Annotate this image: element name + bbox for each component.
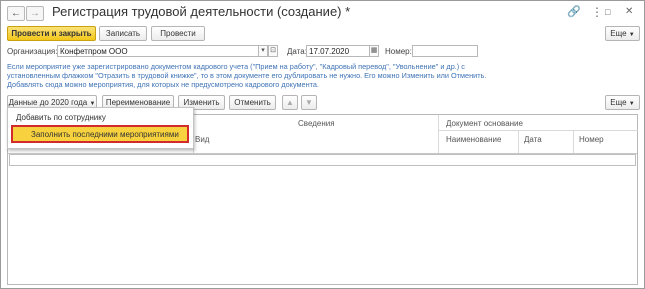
column-header-basis[interactable]: Документ основание bbox=[446, 119, 523, 128]
chevron-down-icon: ▼ bbox=[628, 101, 635, 107]
number-field[interactable] bbox=[412, 45, 478, 57]
arrow-up-icon: ▲ bbox=[286, 98, 294, 107]
move-up-button[interactable]: ▲ bbox=[282, 95, 298, 110]
menu-item-add-by-employee[interactable]: Добавить по сотруднику bbox=[16, 113, 106, 122]
column-header-number[interactable]: Номер bbox=[579, 135, 604, 144]
date-label: Дата: bbox=[287, 47, 307, 56]
title-bar: ← → Регистрация трудовой деятельности (с… bbox=[1, 1, 644, 23]
post-button[interactable]: Провести bbox=[151, 26, 205, 41]
open-icon: ⊡ bbox=[270, 47, 276, 54]
chevron-down-icon: ▾ bbox=[261, 47, 265, 54]
data-before-2020-menu: Добавить по сотруднику Заполнить последн… bbox=[7, 107, 194, 149]
more-button[interactable]: Еще ▼ bbox=[605, 26, 640, 41]
column-divider bbox=[518, 131, 519, 153]
header-divider bbox=[438, 130, 638, 131]
organization-open-button[interactable]: ⊡ bbox=[268, 45, 278, 57]
column-header-name[interactable]: Наименование bbox=[446, 135, 501, 144]
table-row[interactable] bbox=[9, 154, 636, 166]
back-button[interactable]: ← bbox=[7, 6, 25, 21]
window: ← → Регистрация трудовой деятельности (с… bbox=[0, 0, 645, 289]
cancel-button[interactable]: Отменить bbox=[229, 95, 276, 110]
column-divider bbox=[573, 131, 574, 153]
post-and-close-button[interactable]: Провести и закрыть bbox=[7, 26, 96, 41]
data-before-2020-label: Данные до 2020 года bbox=[8, 98, 88, 107]
forward-button[interactable]: → bbox=[26, 6, 44, 21]
close-icon[interactable]: ✕ bbox=[625, 5, 633, 19]
save-button[interactable]: Записать bbox=[99, 26, 147, 41]
restore-icon[interactable]: □ bbox=[605, 5, 610, 19]
more-icon[interactable]: ⋮ bbox=[591, 5, 603, 19]
column-header-date[interactable]: Дата bbox=[524, 135, 542, 144]
arrow-right-icon: → bbox=[30, 8, 40, 19]
column-header-type[interactable]: Вид bbox=[195, 135, 209, 144]
link-icon[interactable]: 🔗 bbox=[567, 5, 581, 19]
organization-dropdown-button[interactable]: ▾ bbox=[258, 45, 268, 57]
chevron-down-icon: ▼ bbox=[628, 32, 635, 38]
info-text: Если мероприятие уже зарегистрировано до… bbox=[7, 62, 487, 89]
organization-label: Организация: bbox=[7, 47, 58, 56]
column-header-info[interactable]: Сведения bbox=[298, 119, 335, 128]
menu-item-label: Заполнить последними мероприятиями bbox=[31, 130, 179, 139]
more-label: Еще bbox=[610, 29, 627, 38]
table-more-label: Еще bbox=[610, 98, 627, 107]
column-divider bbox=[438, 115, 439, 153]
move-down-button[interactable]: ▼ bbox=[301, 95, 317, 110]
number-label: Номер: bbox=[385, 47, 412, 56]
calendar-icon: ▦ bbox=[370, 47, 378, 54]
date-field[interactable]: 17.07.2020 bbox=[306, 45, 370, 57]
table-more-button[interactable]: Еще ▼ bbox=[605, 95, 640, 110]
page-title: Регистрация трудовой деятельности (созда… bbox=[52, 4, 351, 19]
arrow-down-icon: ▼ bbox=[305, 98, 313, 107]
organization-field[interactable]: Конфетпром ООО bbox=[57, 45, 259, 57]
arrow-left-icon: ← bbox=[11, 8, 21, 19]
calendar-button[interactable]: ▦ bbox=[369, 45, 379, 57]
menu-item-fill-last-events[interactable]: Заполнить последними мероприятиями bbox=[11, 125, 189, 143]
